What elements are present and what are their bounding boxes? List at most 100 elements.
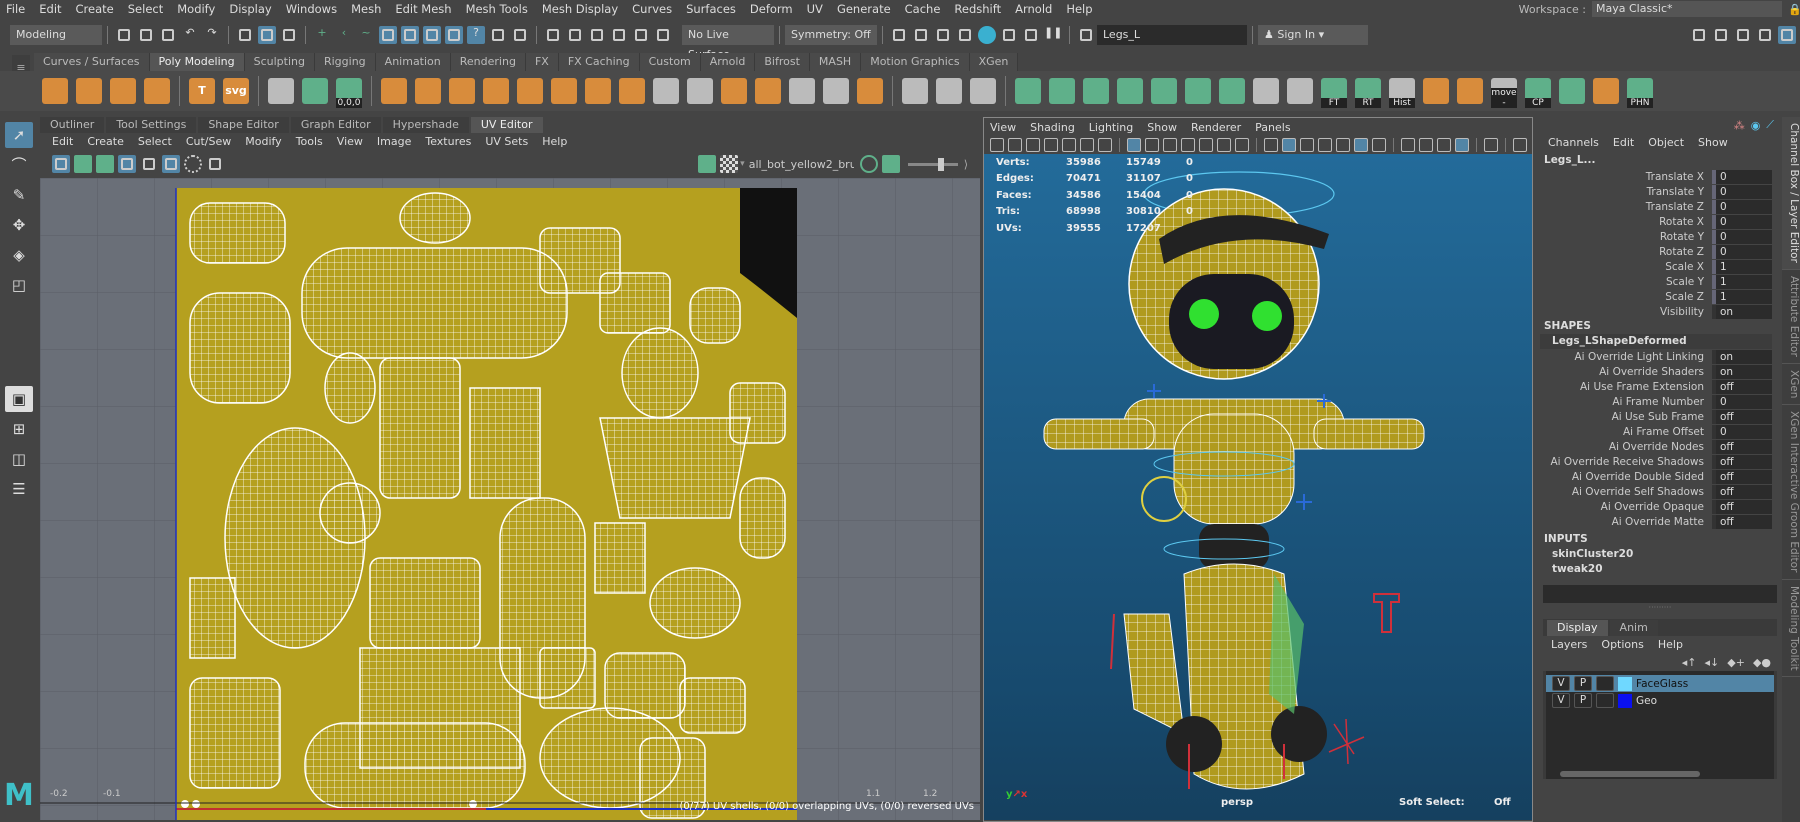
- poly-sphere-icon[interactable]: [42, 78, 68, 104]
- pause-icon[interactable]: ❚❚: [1044, 26, 1062, 44]
- channel-row[interactable]: Rotate Y0: [1540, 229, 1780, 244]
- single-pane-layout-icon[interactable]: ▣: [5, 386, 33, 412]
- tab-outliner[interactable]: Outliner: [40, 117, 105, 133]
- attribute-editor-icon[interactable]: [1734, 26, 1752, 44]
- svg-icon[interactable]: svg: [223, 78, 249, 104]
- snap-point-icon[interactable]: ~: [357, 26, 375, 44]
- uv-grid-icon[interactable]: [162, 155, 180, 173]
- shelf-tab-motion-graphics[interactable]: Motion Graphics: [861, 53, 970, 71]
- uv-texture-borders-icon[interactable]: [118, 155, 136, 173]
- menu-generate[interactable]: Generate: [837, 2, 891, 16]
- channel-value-field[interactable]: off: [1712, 499, 1772, 514]
- channel-row[interactable]: Ai Frame Number 0: [1540, 394, 1780, 409]
- display-alpha-icon[interactable]: [881, 155, 900, 173]
- viewport-menu-renderer[interactable]: Renderer: [1191, 121, 1241, 134]
- menu-surfaces[interactable]: Surfaces: [686, 2, 736, 16]
- uv-menu-image[interactable]: Image: [377, 135, 411, 148]
- separate-icon[interactable]: [415, 78, 441, 104]
- channel-row[interactable]: Ai Override Opaque off: [1540, 499, 1780, 514]
- viewport-menu-lighting[interactable]: Lighting: [1089, 121, 1133, 134]
- move-layer-down-icon[interactable]: ◂↓: [1705, 656, 1720, 669]
- menu-mesh-display[interactable]: Mesh Display: [542, 2, 618, 16]
- channel-row[interactable]: Scale Y1: [1540, 274, 1780, 289]
- split-tool-icon[interactable]: [936, 78, 962, 104]
- render-view-icon[interactable]: [445, 26, 463, 44]
- safe-title-icon[interactable]: [1235, 138, 1249, 152]
- uv-menu-help[interactable]: Help: [542, 135, 567, 148]
- shelf-tab-rigging[interactable]: Rigging: [314, 53, 376, 71]
- unfold-icon[interactable]: [1219, 78, 1245, 104]
- field-chart-icon[interactable]: [1199, 138, 1213, 152]
- channel-row[interactable]: Rotate Z0: [1540, 244, 1780, 259]
- channel-value-field[interactable]: off: [1712, 469, 1772, 484]
- channel-row[interactable]: Translate Y0: [1540, 184, 1780, 199]
- menu-windows[interactable]: Windows: [286, 2, 337, 16]
- lasso-icon[interactable]: [566, 26, 584, 44]
- cut-uv-icon[interactable]: [1253, 78, 1279, 104]
- planar-uv-icon[interactable]: [1015, 78, 1041, 104]
- uv-pixel-snap-icon[interactable]: [184, 155, 202, 173]
- grease-pencil-icon[interactable]: [1098, 138, 1112, 152]
- uv-menu-cut-sew[interactable]: Cut/Sew: [186, 135, 231, 148]
- channel-name[interactable]: Ai Override Shaders: [1540, 366, 1712, 378]
- menu-display[interactable]: Display: [229, 2, 271, 16]
- channel-row[interactable]: Ai Override Nodes off: [1540, 439, 1780, 454]
- move-tool-icon[interactable]: ✥: [5, 212, 33, 238]
- input-node[interactable]: skinCluster20: [1540, 547, 1780, 562]
- mirror-icon[interactable]: [449, 78, 475, 104]
- smooth-shade-icon[interactable]: [1282, 138, 1296, 152]
- channel-row[interactable]: Ai Override Self Shadows off: [1540, 484, 1780, 499]
- uv-menu-uv-sets[interactable]: UV Sets: [485, 135, 528, 148]
- edit-edge-icon[interactable]: [970, 78, 996, 104]
- channel-value-field[interactable]: off: [1712, 439, 1772, 454]
- shelf-tab-animation[interactable]: Animation: [375, 53, 451, 71]
- tab-display[interactable]: Display: [1547, 619, 1608, 636]
- new-layer-selected-icon[interactable]: ◆●: [1753, 656, 1771, 669]
- channel-value-field[interactable]: 0: [1712, 214, 1772, 229]
- channel-name[interactable]: Ai Override Self Shadows: [1540, 486, 1712, 498]
- menu-arnold[interactable]: Arnold: [1015, 2, 1052, 16]
- camera-uv-icon[interactable]: [1185, 78, 1211, 104]
- make-live-icon[interactable]: [423, 26, 441, 44]
- redo-icon[interactable]: ↷: [203, 26, 221, 44]
- magnet-surface-icon[interactable]: [654, 26, 672, 44]
- menu-edit[interactable]: Edit: [39, 2, 61, 16]
- character-controls-icon[interactable]: [1712, 26, 1730, 44]
- multi-cut-icon[interactable]: [687, 78, 713, 104]
- side-tab-channel-box-layer-editor[interactable]: Channel Box / Layer Editor: [1782, 117, 1800, 270]
- symmetry-dropdown[interactable]: Symmetry: Off: [785, 25, 877, 45]
- side-tab-modeling-toolkit[interactable]: Modeling Toolkit: [1782, 580, 1800, 678]
- tab-graph-editor[interactable]: Graph Editor: [290, 117, 381, 133]
- viewport-menu-panels[interactable]: Panels: [1255, 121, 1290, 134]
- channel-row[interactable]: Ai Override Matte off: [1540, 514, 1780, 529]
- channel-name[interactable]: Ai Use Sub Frame: [1540, 411, 1712, 423]
- menu-create[interactable]: Create: [76, 2, 114, 16]
- channel-value-field[interactable]: 1: [1712, 274, 1772, 289]
- uv-menu-view[interactable]: View: [337, 135, 363, 148]
- channel-value-field[interactable]: on: [1712, 364, 1772, 379]
- channel-name[interactable]: Scale Y: [1540, 276, 1712, 288]
- channel-value-field[interactable]: off: [1712, 484, 1772, 499]
- quad-draw-icon[interactable]: [789, 78, 815, 104]
- hierarchy-icon[interactable]: ⁂: [1734, 119, 1745, 132]
- shelf-tab-arnold[interactable]: Arnold: [700, 53, 756, 71]
- menu-deform[interactable]: Deform: [750, 2, 793, 16]
- channel-name[interactable]: Rotate Y: [1540, 231, 1712, 243]
- uv-backface-icon[interactable]: [74, 155, 92, 173]
- bookmark-icon[interactable]: [1044, 138, 1058, 152]
- save-scene-icon[interactable]: [159, 26, 177, 44]
- menu-curves[interactable]: Curves: [632, 2, 672, 16]
- lock-icon[interactable]: 🔒: [1788, 3, 1800, 16]
- channel-name[interactable]: Ai Override Matte: [1540, 516, 1712, 528]
- uv-menu-create[interactable]: Create: [87, 135, 124, 148]
- viewport-menu-show[interactable]: Show: [1147, 121, 1177, 134]
- uv-canvas[interactable]: -0.2 -0.1 1.1 1.2 (0/77) UV shells, (0/0…: [40, 178, 980, 820]
- wireframe-on-shaded-icon[interactable]: [1300, 138, 1314, 152]
- menu-uv[interactable]: UV: [807, 2, 823, 16]
- channel-name[interactable]: Ai Override Opaque: [1540, 501, 1712, 513]
- mesh-sphere-icon[interactable]: [857, 78, 883, 104]
- viewport-menu-shading[interactable]: Shading: [1030, 121, 1075, 134]
- channel-value-field[interactable]: off: [1712, 454, 1772, 469]
- scale-tool-icon[interactable]: ◰: [5, 272, 33, 298]
- channel-value-field[interactable]: 0: [1712, 184, 1772, 199]
